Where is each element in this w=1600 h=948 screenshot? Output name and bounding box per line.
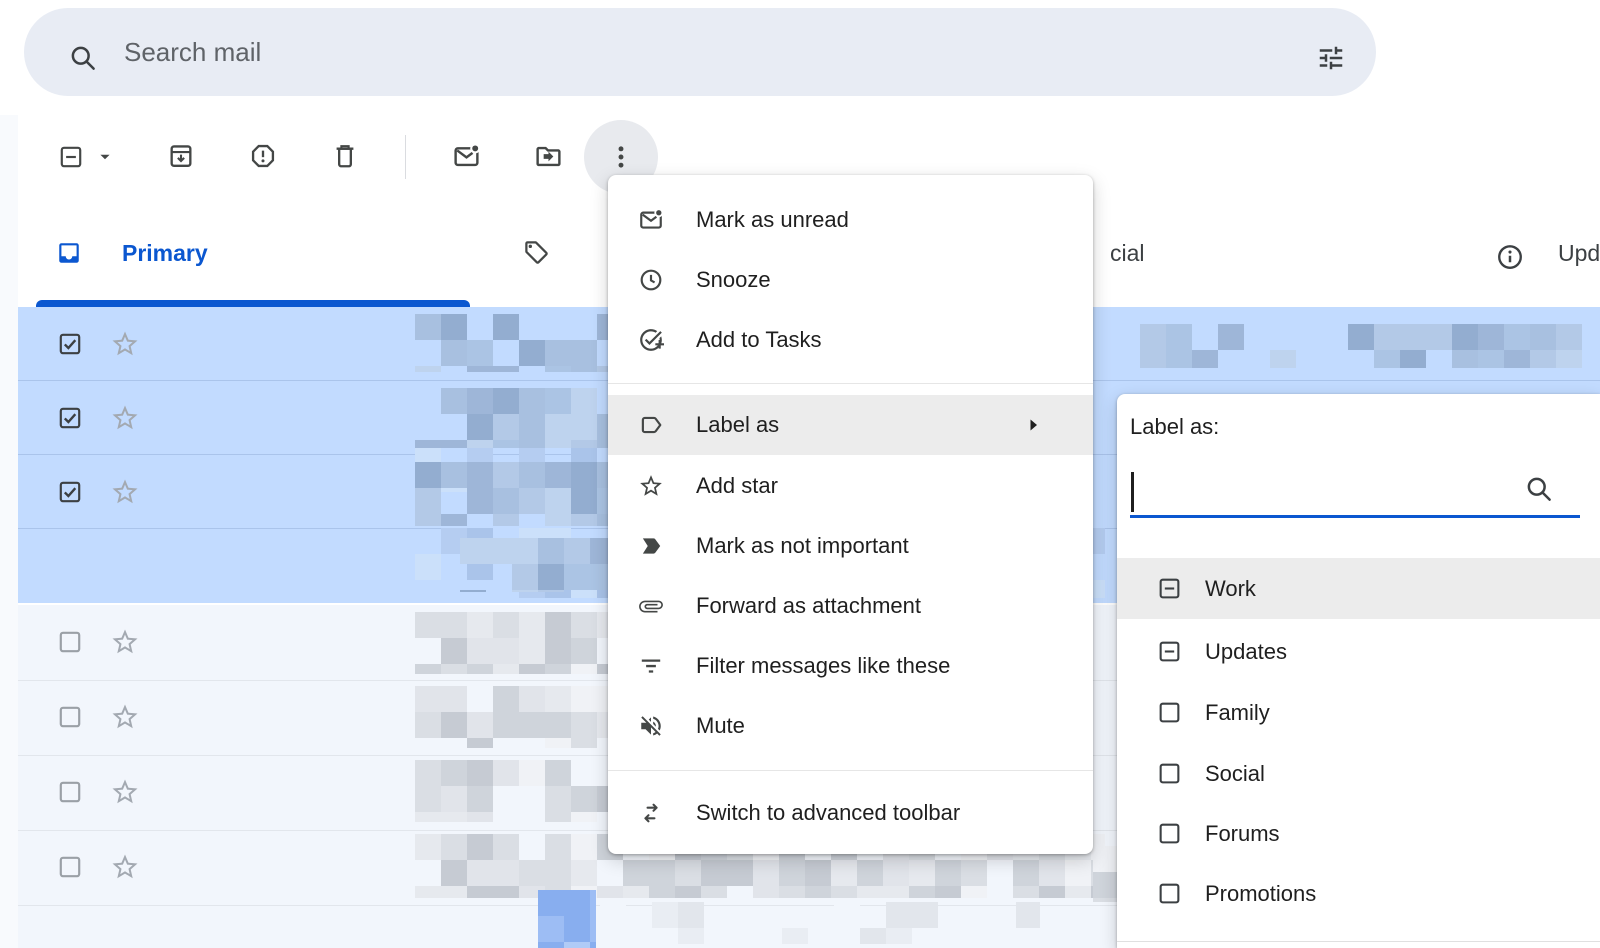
switch-arrows-icon [638, 800, 664, 826]
row-checkbox-empty[interactable] [57, 629, 83, 655]
label-as-title: Label as: [1130, 414, 1219, 440]
label-option-promotions[interactable]: Promotions [1117, 863, 1600, 924]
tab-updates-fragment[interactable]: Upd [1558, 240, 1600, 267]
redacted-content [600, 902, 1040, 944]
search-bar[interactable]: Search mail [24, 8, 1376, 96]
mute-icon [638, 713, 664, 739]
menu-item-filter-messages[interactable]: Filter messages like these [608, 636, 1093, 696]
label-option-social[interactable]: Social [1117, 743, 1600, 804]
filter-icon [638, 653, 664, 679]
row-star-icon[interactable] [110, 329, 140, 359]
move-to-icon[interactable] [534, 142, 563, 171]
importance-marker-icon [638, 533, 664, 559]
row-star-icon[interactable] [110, 477, 140, 507]
label-option-updates[interactable]: Updates [1117, 621, 1600, 682]
label-option-forums[interactable]: Forums [1117, 803, 1600, 864]
search-options-icon[interactable] [1316, 43, 1346, 73]
submenu-arrow-icon [1021, 413, 1045, 437]
checkbox-indeterminate-icon [1157, 576, 1182, 601]
info-icon[interactable] [1495, 242, 1525, 272]
checkbox-empty-icon [1157, 700, 1182, 725]
label-search-field[interactable] [1130, 464, 1580, 518]
report-spam-icon[interactable] [249, 142, 277, 170]
redacted-content [1140, 324, 1600, 368]
menu-item-mark-not-important[interactable]: Mark as not important [608, 516, 1093, 576]
menu-divider [608, 770, 1093, 771]
checkbox-empty-icon [1157, 881, 1182, 906]
clock-icon [638, 267, 664, 293]
menu-divider [608, 383, 1093, 384]
task-add-icon [638, 327, 664, 353]
label-option-family[interactable]: Family [1117, 682, 1600, 743]
page-gutter [0, 115, 18, 948]
toolbar-divider [405, 135, 406, 179]
checkbox-indeterminate-icon [1157, 639, 1182, 664]
tab-primary[interactable]: Primary [122, 240, 208, 267]
row-checkbox-checked[interactable] [57, 405, 83, 431]
select-all-checkbox-icon[interactable] [58, 144, 84, 170]
menu-item-mark-as-unread[interactable]: Mark as unread [608, 190, 1093, 250]
row-star-icon[interactable] [110, 777, 140, 807]
delete-icon[interactable] [331, 142, 359, 170]
label-option-work[interactable]: Work [1117, 558, 1600, 619]
row-star-icon[interactable] [110, 403, 140, 433]
menu-item-label-as[interactable]: Label as [608, 395, 1093, 455]
row-star-icon[interactable] [110, 702, 140, 732]
search-field-underline [1130, 515, 1580, 518]
menu-item-mute[interactable]: Mute [608, 696, 1093, 756]
row-checkbox-checked[interactable] [57, 479, 83, 505]
star-icon [638, 473, 664, 499]
row-checkbox-checked[interactable] [57, 331, 83, 357]
mark-unread-icon[interactable] [452, 142, 481, 171]
label-as-submenu: Label as: Work Updates Family Social For… [1117, 394, 1600, 948]
submenu-divider [1117, 941, 1600, 942]
tab-social-fragment[interactable]: cial [1110, 240, 1145, 267]
text-cursor [1131, 472, 1134, 512]
menu-item-switch-toolbar[interactable]: Switch to advanced toolbar [608, 783, 1093, 843]
row-star-icon[interactable] [110, 852, 140, 882]
search-input[interactable]: Search mail [124, 8, 261, 96]
row-star-icon[interactable] [110, 627, 140, 657]
menu-item-forward-as-attachment[interactable]: Forward as attachment [608, 576, 1093, 636]
search-icon [1524, 474, 1554, 504]
search-icon [68, 43, 98, 73]
more-options-icon[interactable] [607, 143, 635, 171]
more-options-menu: Mark as unread Snooze Add to Tasks Label… [608, 175, 1093, 854]
paperclip-icon [638, 593, 664, 619]
redacted-content [1093, 846, 1117, 902]
checkbox-empty-icon [1157, 761, 1182, 786]
label-icon [638, 412, 664, 438]
menu-item-snooze[interactable]: Snooze [608, 250, 1093, 310]
row-checkbox-empty[interactable] [57, 704, 83, 730]
gmail-window: Search mail Primary cial Upd [0, 0, 1600, 948]
checkbox-empty-icon [1157, 821, 1182, 846]
tag-icon[interactable] [523, 239, 550, 266]
mail-unread-icon [638, 207, 664, 233]
primary-tab-icon [56, 240, 82, 266]
row-checkbox-empty[interactable] [57, 779, 83, 805]
menu-item-add-to-tasks[interactable]: Add to Tasks [608, 310, 1093, 370]
menu-item-add-star[interactable]: Add star [608, 456, 1093, 516]
primary-tab-underline [36, 300, 470, 307]
row-checkbox-empty[interactable] [57, 854, 83, 880]
archive-icon[interactable] [167, 142, 195, 170]
select-dropdown-caret-icon[interactable] [94, 146, 116, 168]
redacted-content [538, 890, 596, 948]
